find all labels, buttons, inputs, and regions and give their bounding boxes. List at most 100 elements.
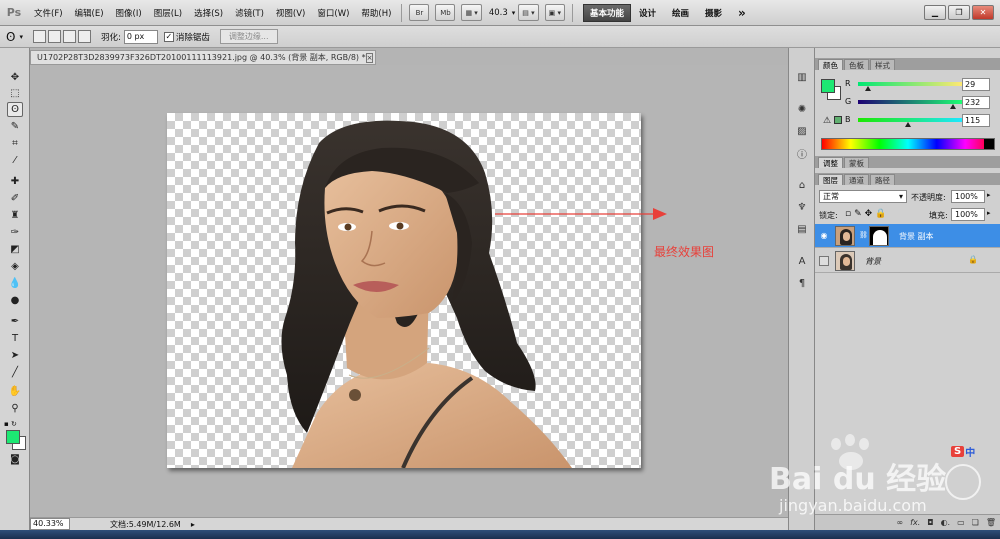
pen-tool-icon[interactable]: ✒ bbox=[7, 314, 23, 329]
close-button[interactable]: ✕ bbox=[972, 5, 994, 20]
dodge-tool-icon[interactable]: ● bbox=[7, 293, 23, 308]
red-thumb[interactable] bbox=[865, 86, 871, 91]
histogram-icon[interactable]: ▨ bbox=[795, 124, 809, 138]
tab-masks[interactable]: 蒙板 bbox=[844, 157, 869, 168]
feather-input[interactable]: 0 px bbox=[123, 29, 158, 44]
opacity-input[interactable]: 100% bbox=[951, 190, 985, 203]
preset-dropdown-icon[interactable]: ▾ bbox=[19, 33, 23, 41]
green-track[interactable] bbox=[858, 100, 962, 104]
opacity-dropdown-icon[interactable]: ▸ bbox=[987, 191, 991, 199]
restore-button[interactable]: ❐ bbox=[948, 5, 970, 20]
paragraph-icon[interactable]: ¶ bbox=[795, 276, 809, 290]
menu-layer[interactable]: 图层(L) bbox=[148, 7, 188, 19]
intersect-selection-icon[interactable] bbox=[77, 30, 91, 43]
quick-mask-icon[interactable]: ◙ bbox=[7, 452, 23, 467]
menu-file[interactable]: 文件(F) bbox=[28, 7, 69, 19]
zoom-dropdown-icon[interactable]: ▾ bbox=[512, 9, 516, 17]
lasso-tool-icon[interactable]: ʘ bbox=[7, 102, 23, 117]
eraser-tool-icon[interactable]: ◩ bbox=[7, 242, 23, 257]
info-icon[interactable]: ⓘ bbox=[795, 146, 809, 161]
gamut-swatch[interactable] bbox=[834, 116, 842, 124]
menu-filter[interactable]: 滤镜(T) bbox=[229, 7, 270, 19]
add-selection-icon[interactable] bbox=[47, 30, 61, 43]
layer-name[interactable]: 背景 bbox=[865, 256, 881, 267]
red-input[interactable]: 29 bbox=[962, 78, 990, 91]
blue-thumb[interactable] bbox=[905, 122, 911, 127]
menu-edit[interactable]: 编辑(E) bbox=[69, 7, 110, 19]
paint-bucket-tool-icon[interactable]: ◈ bbox=[7, 259, 23, 274]
foreground-color-swatch[interactable] bbox=[6, 430, 20, 444]
document-close-icon[interactable]: × bbox=[365, 52, 374, 63]
clone-source-icon[interactable]: ♆ bbox=[795, 200, 809, 214]
tab-paths[interactable]: 路径 bbox=[870, 174, 895, 185]
minimize-button[interactable]: ▁ bbox=[924, 5, 946, 20]
character-icon[interactable]: A bbox=[795, 254, 809, 268]
green-slider[interactable]: G 232 bbox=[845, 96, 995, 110]
status-menu-icon[interactable]: ▸ bbox=[191, 520, 195, 529]
image-canvas[interactable] bbox=[167, 113, 641, 468]
tab-styles[interactable]: 样式 bbox=[870, 59, 895, 70]
menu-help[interactable]: 帮助(H) bbox=[355, 7, 397, 19]
brush-presets-icon[interactable]: ⌂ bbox=[795, 178, 809, 192]
eye-icon[interactable] bbox=[819, 256, 829, 266]
tab-channels[interactable]: 通道 bbox=[844, 174, 869, 185]
move-tool-icon[interactable]: ✥ bbox=[7, 70, 23, 85]
menu-image[interactable]: 图像(I) bbox=[110, 7, 148, 19]
workspace-painting[interactable]: 绘画 bbox=[664, 7, 697, 19]
path-select-tool-icon[interactable]: ➤ bbox=[7, 348, 23, 363]
layer-name[interactable]: 背景 副本 bbox=[899, 231, 934, 242]
blue-slider[interactable]: B 115 bbox=[845, 114, 995, 128]
layer-row[interactable]: 背景 🔒 bbox=[815, 249, 1000, 273]
tab-layers[interactable]: 图层 bbox=[818, 174, 843, 185]
history-icon[interactable]: ▤ bbox=[795, 222, 809, 236]
status-zoom-field[interactable]: 40.33% bbox=[30, 518, 70, 530]
marquee-tool-icon[interactable]: ⬚ bbox=[7, 86, 23, 101]
new-selection-icon[interactable] bbox=[32, 30, 46, 43]
blue-input[interactable]: 115 bbox=[962, 114, 990, 127]
color-spectrum-bar[interactable] bbox=[821, 138, 995, 150]
view-extras-button[interactable]: ▦ ▾ bbox=[461, 4, 482, 21]
lock-icons[interactable]: ▫✎✥🔒 bbox=[845, 209, 889, 219]
zoom-level-field[interactable]: 40.3 bbox=[485, 8, 512, 18]
type-tool-icon[interactable]: T bbox=[7, 331, 23, 346]
workspace-design[interactable]: 设计 bbox=[631, 7, 664, 19]
tab-adjustments[interactable]: 调整 bbox=[818, 157, 843, 168]
clone-stamp-tool-icon[interactable]: ♜ bbox=[7, 208, 23, 223]
antialias-checkbox[interactable]: ✓ bbox=[163, 31, 174, 42]
subtract-selection-icon[interactable] bbox=[62, 30, 76, 43]
tab-swatches[interactable]: 色板 bbox=[844, 59, 869, 70]
menu-window[interactable]: 窗口(W) bbox=[311, 7, 355, 19]
healing-brush-tool-icon[interactable]: ✚ bbox=[7, 174, 23, 189]
workspace-essentials[interactable]: 基本功能 bbox=[582, 3, 631, 22]
lasso-preset-icon[interactable]: ʘ bbox=[6, 30, 15, 44]
gamut-warning-icon[interactable]: ⚠ bbox=[823, 116, 831, 126]
blend-mode-select[interactable]: 正常 ▾ bbox=[819, 190, 907, 203]
crop-tool-icon[interactable]: ⌗ bbox=[7, 136, 23, 151]
screen-mode-button[interactable]: ▣ ▾ bbox=[544, 4, 565, 21]
refine-edge-button[interactable]: 调整边缘... bbox=[219, 29, 278, 44]
history-brush-tool-icon[interactable]: ✑ bbox=[7, 225, 23, 240]
red-slider[interactable]: R 29 bbox=[845, 78, 995, 92]
workspace-more-button[interactable]: » bbox=[730, 6, 754, 20]
fill-input[interactable]: 100% bbox=[951, 208, 985, 221]
color-fg-swatch[interactable] bbox=[821, 79, 835, 93]
layer-mask-thumbnail[interactable] bbox=[869, 226, 889, 246]
shape-tool-icon[interactable]: ╱ bbox=[7, 365, 23, 380]
eye-icon[interactable]: ◉ bbox=[819, 231, 829, 241]
workspace-photography[interactable]: 摄影 bbox=[697, 7, 730, 19]
red-track[interactable] bbox=[858, 82, 962, 86]
tab-color[interactable]: 颜色 bbox=[818, 59, 843, 70]
swap-colors-icon[interactable]: ▪ ↻ bbox=[4, 420, 17, 428]
mini-bridge-button[interactable]: Mb bbox=[435, 4, 456, 21]
blur-tool-icon[interactable]: 💧 bbox=[7, 276, 23, 291]
brush-tool-icon[interactable]: ✐ bbox=[7, 191, 23, 206]
menu-view[interactable]: 视图(V) bbox=[270, 7, 311, 19]
zoom-tool-icon[interactable]: ⚲ bbox=[7, 401, 23, 416]
green-thumb[interactable] bbox=[950, 104, 956, 109]
arrange-docs-button[interactable]: ▤ ▾ bbox=[518, 4, 539, 21]
quick-select-tool-icon[interactable]: ✎ bbox=[7, 119, 23, 134]
document-tab[interactable]: U1702P28T3D2839973F326DT20100111113921.j… bbox=[30, 50, 376, 65]
menu-select[interactable]: 选择(S) bbox=[188, 7, 229, 19]
bridge-button[interactable]: Br bbox=[409, 4, 430, 21]
mask-link-icon[interactable]: ⛓ bbox=[859, 231, 868, 239]
